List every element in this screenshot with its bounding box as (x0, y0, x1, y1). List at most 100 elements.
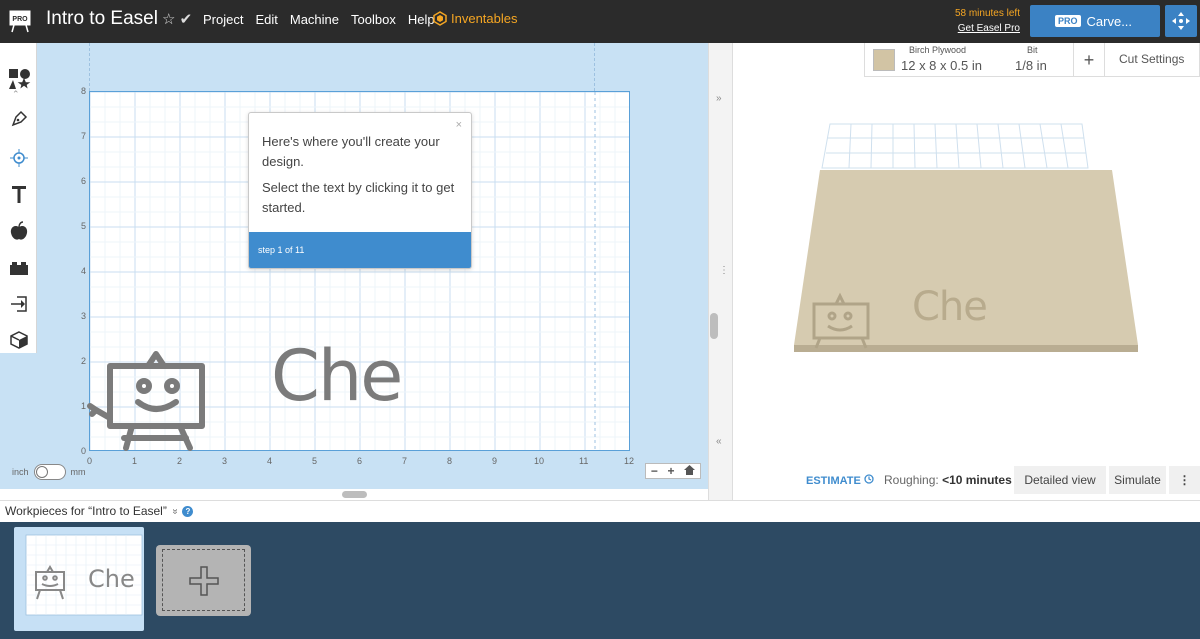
y-tick-label: 4 (81, 266, 87, 276)
cut-settings-button[interactable]: Cut Settings (1119, 52, 1184, 66)
zoom-controls: − + (645, 463, 701, 479)
y-tick-label: 5 (81, 221, 87, 231)
title-actions: ☆ ✔ (162, 10, 192, 28)
units-toggle-group: inch mm (12, 464, 86, 480)
top-bar: PRO Intro to Easel ☆ ✔ Project Edit Mach… (0, 0, 1200, 43)
main-menu: Project Edit Machine Toolbox Help (203, 12, 435, 27)
units-toggle[interactable] (33, 464, 66, 480)
trial-status: 58 minutes left Get Easel Pro (955, 7, 1020, 36)
preview-text-che: Che (912, 284, 988, 330)
zoom-in-button[interactable]: + (668, 464, 675, 478)
close-icon[interactable]: × (456, 119, 462, 131)
3d-tool[interactable] (0, 322, 37, 358)
x-tick-label: 4 (267, 456, 273, 466)
clock-icon (864, 474, 874, 484)
expand-right-icon[interactable]: » (716, 93, 722, 104)
roughing-label: Roughing: (884, 473, 939, 487)
menu-help[interactable]: Help (408, 12, 435, 27)
x-tick-label: 5 (312, 456, 318, 466)
simulate-button[interactable]: Simulate (1109, 466, 1166, 494)
lego-brick-icon (9, 262, 28, 275)
workpieces-header: Workpieces for “Intro to Easel” » ? (0, 500, 1200, 522)
roughing-estimate: Roughing: <10 minutes (884, 473, 1012, 487)
time-left-text: 58 minutes left (954, 8, 1020, 19)
x-tick-label: 1 (132, 456, 138, 466)
import-icon (10, 296, 27, 312)
easel-logo-icon[interactable]: PRO (8, 9, 32, 33)
machine-move-button[interactable] (1165, 5, 1197, 37)
check-icon[interactable]: ✔ (180, 11, 193, 28)
shapes-icon (8, 69, 30, 89)
easel-robot-graphic[interactable] (86, 348, 206, 452)
get-easel-pro-link[interactable]: Get Easel Pro (955, 22, 1020, 36)
tooltip-line-2: Select the text by clicking it to get st… (262, 180, 455, 215)
y-tick-label: 8 (81, 86, 87, 96)
3d-preview[interactable] (790, 120, 1150, 370)
y-tick-label: 6 (81, 176, 87, 186)
bit-label: Bit (1027, 45, 1038, 55)
x-tick-label: 9 (492, 456, 498, 466)
canvas-text-che[interactable]: Che (271, 335, 403, 417)
tooltip-line-1: Here's where you'll create your design. (262, 134, 440, 169)
pen-icon (11, 110, 27, 127)
carve-button[interactable]: PRO Carve... (1030, 5, 1160, 37)
x-tick-label: 10 (534, 456, 545, 466)
zoom-out-button[interactable]: − (651, 464, 658, 478)
menu-machine[interactable]: Machine (290, 12, 339, 27)
material-dimensions[interactable]: 12 x 8 x 0.5 in (901, 58, 982, 73)
vertical-scrollbar[interactable] (710, 313, 718, 339)
parts-tool[interactable] (0, 250, 37, 286)
add-workpiece-button[interactable] (156, 545, 251, 616)
material-name[interactable]: Birch Plywood (909, 45, 966, 55)
star-icon[interactable]: ☆ (162, 11, 175, 28)
pro-badge: PRO (1055, 15, 1081, 27)
panel-divider[interactable]: » ⋮ « (708, 43, 733, 500)
crosshair-icon (9, 149, 28, 167)
home-icon[interactable] (684, 464, 696, 478)
chevron-down-icon[interactable]: » (169, 508, 180, 514)
help-icon[interactable]: ? (182, 505, 194, 517)
shapes-tool[interactable] (0, 61, 37, 97)
x-tick-label: 12 (624, 456, 635, 466)
x-tick-label: 7 (402, 456, 408, 466)
add-bit-button[interactable]: + (1073, 43, 1105, 77)
menu-project[interactable]: Project (203, 12, 243, 27)
text-tool[interactable] (0, 176, 37, 212)
plus-icon (189, 566, 219, 596)
mm-label: mm (70, 467, 86, 477)
drag-handle-icon[interactable]: ⋮ (719, 265, 729, 276)
y-tick-label: 7 (81, 131, 87, 141)
pro-logo-text: PRO (12, 16, 28, 23)
x-tick-label: 11 (579, 456, 589, 466)
inventables-link[interactable]: Inventables (433, 11, 518, 26)
material-swatch[interactable] (873, 49, 895, 71)
carve-label: Carve... (1086, 13, 1133, 29)
target-tool[interactable] (0, 140, 37, 176)
more-options-button[interactable]: ⋮ (1169, 466, 1200, 494)
expand-left-icon[interactable]: « (716, 436, 722, 447)
workpiece-thumb-text: Che (88, 565, 135, 593)
workpieces-title: Workpieces for “Intro to Easel” (5, 504, 167, 518)
workpiece-thumbnail[interactable]: Che (14, 527, 144, 631)
project-title[interactable]: Intro to Easel (46, 8, 158, 30)
pen-tool[interactable] (0, 101, 37, 137)
inventables-label: Inventables (451, 11, 518, 26)
x-tick-label: 3 (222, 456, 228, 466)
menu-toolbox[interactable]: Toolbox (351, 12, 396, 27)
apps-tool[interactable] (0, 213, 37, 249)
x-tick-label: 0 (87, 456, 93, 466)
bit-value[interactable]: 1/8 in (1015, 58, 1047, 73)
move-arrows-icon (1172, 12, 1190, 30)
tooltip-step: step 1 of 11 (249, 232, 471, 268)
material-bar: Birch Plywood 12 x 8 x 0.5 in Bit 1/8 in… (864, 43, 1200, 77)
import-tool[interactable] (0, 286, 37, 322)
horizontal-resize-handle[interactable] (342, 491, 367, 498)
x-tick-label: 6 (357, 456, 363, 466)
roughing-value: <10 minutes (942, 473, 1012, 487)
tool-sidebar: ⌃ (0, 43, 37, 353)
x-tick-label: 8 (447, 456, 453, 466)
detailed-view-button[interactable]: Detailed view (1014, 466, 1106, 494)
estimate-label[interactable]: ESTIMATE (806, 474, 874, 487)
cube-icon (9, 331, 28, 349)
menu-edit[interactable]: Edit (255, 12, 277, 27)
